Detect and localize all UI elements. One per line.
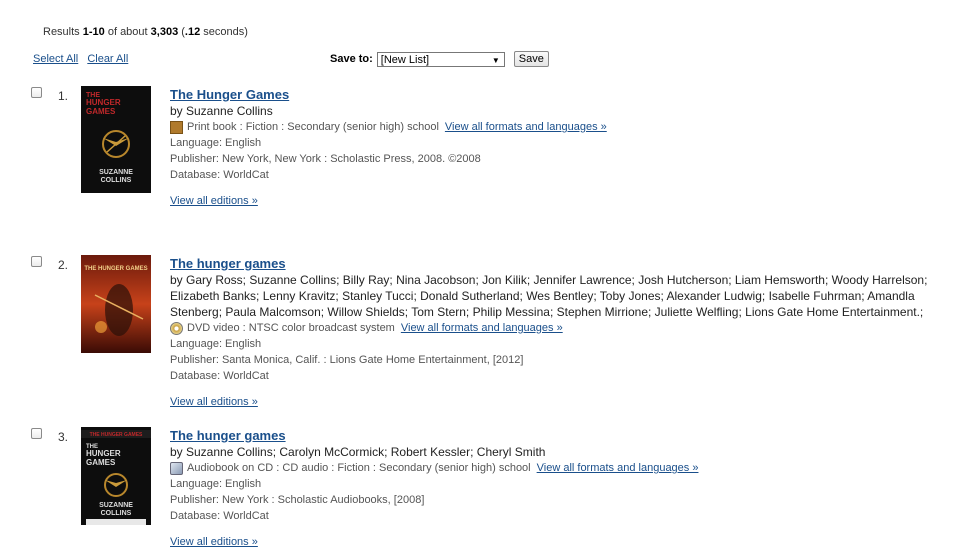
view-editions-link[interactable]: View all editions » [170, 195, 258, 207]
result-details: The hunger games by Gary Ross; Suzanne C… [170, 256, 955, 384]
summary-prefix: Results [43, 26, 83, 38]
summary-total: 3,303 [150, 26, 179, 38]
dvd-cover-image[interactable]: THE HUNGER GAMES [81, 255, 151, 353]
cover-text-author-last: COLLINS [101, 177, 132, 184]
result-database: Database: WorldCat [170, 510, 269, 522]
result-format: DVD video : NTSC color broadcast system … [170, 320, 955, 336]
result-number: 2. [58, 258, 69, 272]
result-language: Language: English [170, 137, 262, 149]
book-icon [170, 120, 183, 134]
result-language: Language: English [170, 478, 262, 490]
save-list-selected: [New List] [380, 53, 430, 66]
dvd-icon [170, 321, 183, 335]
summary-time-suffix: seconds) [200, 26, 248, 38]
result-database: Database: WorldCat [170, 169, 269, 181]
result-format: Audiobook on CD : CD audio : Fiction : S… [170, 460, 955, 476]
book-cover-image[interactable]: THE HUNGER GAMES SUZANNE COLLINS [81, 86, 151, 193]
summary-time-prefix: ( [178, 26, 185, 38]
selection-links: Select All Clear All [33, 53, 134, 65]
result-title-link[interactable]: The hunger games [170, 428, 955, 444]
view-editions-link[interactable]: View all editions » [170, 396, 258, 408]
view-formats-link[interactable]: View all formats and languages » [401, 320, 563, 336]
result-checkbox[interactable] [31, 428, 42, 439]
format-text: DVD video : NTSC color broadcast system [187, 322, 395, 334]
cover-text-hunger: HUNGER [86, 449, 121, 458]
result-details: The hunger games by Suzanne Collins; Car… [170, 428, 955, 524]
hunger-games-dvd-art: THE HUNGER GAMES [81, 255, 151, 353]
cover-text-hunger: HUNGER [86, 98, 121, 107]
result-publisher: Publisher: New York : Scholastic Audiobo… [170, 494, 425, 506]
result-authors: by Suzanne Collins [170, 104, 273, 118]
cover-text-games: GAMES [86, 458, 116, 467]
select-all-link[interactable]: Select All [33, 53, 78, 65]
hunger-games-audiobook-art: THE HUNGER GAMES THE HUNGER GAMES SUZANN… [81, 427, 151, 525]
hunger-games-cover-art: THE HUNGER GAMES SUZANNE COLLINS [81, 86, 151, 193]
dvd-cover-title: THE HUNGER GAMES [84, 266, 147, 272]
view-formats-link[interactable]: View all formats and languages » [445, 119, 607, 135]
result-title-link[interactable]: The Hunger Games [170, 87, 955, 103]
save-button[interactable]: Save [513, 51, 549, 67]
result-database: Database: WorldCat [170, 370, 269, 382]
audiobook-cd-icon [170, 461, 183, 475]
audiobook-banner-text: THE HUNGER GAMES [90, 432, 143, 438]
summary-mid: of about [104, 26, 151, 38]
view-formats-link[interactable]: View all formats and languages » [537, 460, 699, 476]
result-number: 1. [58, 89, 69, 103]
result-language: Language: English [170, 338, 262, 350]
summary-time: .12 [184, 26, 201, 38]
format-text: Print book : Fiction : Secondary (senior… [187, 121, 439, 133]
result-authors: by Gary Ross; Suzanne Collins; Billy Ray… [170, 273, 928, 319]
save-to-controls: Save to: [New List] ▼ Save [330, 51, 549, 67]
dropdown-arrow-icon: ▼ [491, 55, 500, 65]
clear-all-link[interactable]: Clear All [87, 53, 128, 65]
result-authors: by Suzanne Collins; Carolyn McCormick; R… [170, 445, 546, 459]
result-publisher: Publisher: Santa Monica, Calif. : Lions … [170, 354, 524, 366]
save-list-select[interactable]: [New List] ▼ [376, 51, 505, 67]
result-format: Print book : Fiction : Secondary (senior… [170, 119, 955, 135]
result-details: The Hunger Games by Suzanne Collins Prin… [170, 87, 955, 183]
view-editions-link[interactable]: View all editions » [170, 536, 258, 548]
results-summary: Results 1-10 of about 3,303 (.12 seconds… [43, 26, 248, 38]
summary-range: 1-10 [82, 26, 105, 38]
result-publisher: Publisher: New York, New York : Scholast… [170, 153, 481, 165]
cover-text-author-first: SUZANNE [99, 169, 133, 176]
cover-text-author-first: SUZANNE [99, 502, 133, 509]
result-title-link[interactable]: The hunger games [170, 256, 955, 272]
save-to-label: Save to: [330, 53, 373, 65]
result-number: 3. [58, 430, 69, 444]
format-text: Audiobook on CD : CD audio : Fiction : S… [187, 462, 531, 474]
audiobook-cover-image[interactable]: THE HUNGER GAMES THE HUNGER GAMES SUZANN… [81, 427, 151, 525]
result-checkbox[interactable] [31, 87, 42, 98]
cover-text-author-last: COLLINS [101, 510, 132, 517]
result-checkbox[interactable] [31, 256, 42, 267]
cover-text-games: GAMES [86, 107, 116, 116]
